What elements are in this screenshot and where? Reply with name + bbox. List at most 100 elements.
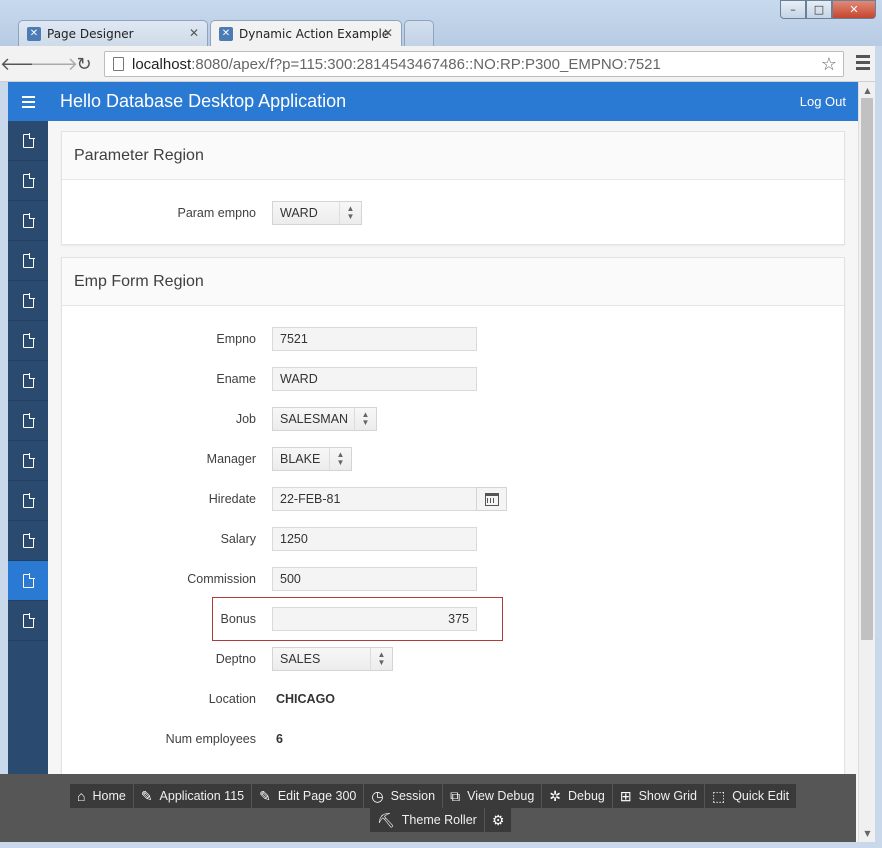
param-empno-row: Param empno WARD ▲ ▼ xyxy=(62,201,846,225)
dev-quick-edit-button[interactable]: ⬚ Quick Edit xyxy=(704,784,798,808)
select-value: BLAKE xyxy=(280,452,321,466)
dev-view-debug-button[interactable]: ⧉ View Debug xyxy=(443,784,543,808)
page-icon xyxy=(22,332,35,348)
dev-debug-button[interactable]: ✲ Debug xyxy=(542,784,613,808)
dev-button-label: Edit Page 300 xyxy=(277,789,357,803)
nav-item[interactable] xyxy=(8,321,48,361)
tab-page-designer[interactable]: ✕ Page Designer ✕ xyxy=(18,20,208,46)
page-icon xyxy=(22,172,35,188)
grid-icon: ⊞ xyxy=(619,787,632,804)
window-controls: – □ ✕ xyxy=(780,0,876,19)
forward-arrow-icon[interactable]: 🡒 xyxy=(30,52,78,76)
ename-field[interactable]: WARD xyxy=(272,367,477,391)
nav-item[interactable] xyxy=(8,521,48,561)
scroll-down-arrow-icon[interactable]: ▼ xyxy=(859,825,876,842)
gear-icon: ⚙ xyxy=(491,811,505,828)
commission-field[interactable]: 500 xyxy=(272,567,477,591)
dev-home-button[interactable]: ⌂ Home xyxy=(70,784,134,808)
dev-settings-button[interactable]: ⚙ xyxy=(484,808,513,832)
menu-icon[interactable] xyxy=(856,55,870,73)
region-title: Parameter Region xyxy=(62,132,844,180)
region-title: Emp Form Region xyxy=(62,258,844,306)
dev-button-label: Debug xyxy=(568,789,605,803)
bonus-field[interactable]: 375 xyxy=(272,607,477,631)
logout-link[interactable]: Log Out xyxy=(800,94,846,109)
bug-icon: ✲ xyxy=(549,787,562,804)
nav-item[interactable] xyxy=(8,121,48,161)
address-bar[interactable]: localhost:8080/apex/f?p=115:300:28145434… xyxy=(104,51,844,77)
hiredate-row: Hiredate 22-FEB-81 xyxy=(62,487,846,511)
field-label: Ename xyxy=(216,372,256,386)
page-icon xyxy=(22,252,35,268)
tab-close-icon[interactable]: ✕ xyxy=(383,26,393,40)
nav-item[interactable] xyxy=(8,161,48,201)
salary-field[interactable]: 1250 xyxy=(272,527,477,551)
dev-button-label: View Debug xyxy=(467,789,535,803)
hamburger-menu-icon[interactable] xyxy=(8,82,48,121)
new-tab-button[interactable] xyxy=(404,20,434,46)
nav-item[interactable] xyxy=(8,441,48,481)
close-window-button[interactable]: ✕ xyxy=(832,0,876,19)
nav-item[interactable] xyxy=(8,281,48,321)
page-icon xyxy=(22,372,35,388)
field-label: Hiredate xyxy=(208,492,256,506)
job-select[interactable]: SALESMAN ▲ ▼ xyxy=(272,407,377,431)
scroll-up-arrow-icon[interactable]: ▲ xyxy=(859,82,876,99)
paint-roller-icon: ⛏ xyxy=(377,811,395,828)
field-label: Commission xyxy=(187,572,256,586)
dev-button-label: Theme Roller xyxy=(401,813,477,827)
scroll-thumb[interactable] xyxy=(861,98,873,640)
side-navigation xyxy=(8,121,48,842)
select-value: WARD xyxy=(280,206,318,220)
tab-close-icon[interactable]: ✕ xyxy=(189,26,199,40)
tab-label: Dynamic Action Example xyxy=(239,26,390,41)
nav-item[interactable] xyxy=(8,401,48,441)
page-icon xyxy=(22,132,35,148)
clock-icon: ◷ xyxy=(371,787,384,804)
nav-item[interactable] xyxy=(8,481,48,521)
field-label: Deptno xyxy=(215,652,256,666)
date-picker-button[interactable] xyxy=(476,487,507,511)
deptno-select[interactable]: SALES ▲ ▼ xyxy=(272,647,393,671)
select-arrows-icon: ▲ ▼ xyxy=(339,202,361,224)
minimize-button[interactable]: – xyxy=(780,0,806,19)
field-label: Salary xyxy=(220,532,256,546)
nav-item[interactable] xyxy=(8,601,48,641)
tab-dynamic-action-example[interactable]: ✕ Dynamic Action Example ✕ xyxy=(210,20,402,46)
field-label: Manager xyxy=(206,452,256,466)
nav-item[interactable] xyxy=(8,201,48,241)
dev-application-button[interactable]: ✎ Application 115 xyxy=(133,784,253,808)
home-icon: ⌂ xyxy=(77,788,86,804)
commission-row: Commission 500 xyxy=(62,567,846,591)
dev-button-label: Application 115 xyxy=(159,789,245,803)
apex-tab-icon: ✕ xyxy=(219,26,233,41)
dev-edit-page-button[interactable]: ✎ Edit Page 300 xyxy=(252,784,365,808)
dev-session-button[interactable]: ◷ Session xyxy=(364,784,444,808)
field-label: Param empno xyxy=(177,206,256,220)
dev-toolbar-row-2: ⛏ Theme Roller ⚙ xyxy=(370,808,513,832)
location-value: CHICAGO xyxy=(276,692,336,706)
star-icon[interactable]: ☆ xyxy=(821,54,837,75)
page-icon xyxy=(22,612,35,628)
dev-show-grid-button[interactable]: ⊞ Show Grid xyxy=(612,784,705,808)
empno-field[interactable]: 7521 xyxy=(272,327,477,351)
hiredate-field[interactable]: 22-FEB-81 xyxy=(272,487,477,511)
nav-item-active[interactable] xyxy=(8,561,48,601)
manager-select[interactable]: BLAKE ▲ ▼ xyxy=(272,447,352,471)
param-empno-select[interactable]: WARD ▲ ▼ xyxy=(272,201,362,225)
num-employees-value: 6 xyxy=(276,732,283,746)
dev-button-label: Show Grid xyxy=(638,789,697,803)
deptno-row: Deptno SALES ▲ ▼ xyxy=(62,647,846,671)
nav-item[interactable] xyxy=(8,241,48,281)
vertical-scrollbar[interactable]: ▲ ▼ xyxy=(858,82,875,842)
app-title: Hello Database Desktop Application xyxy=(60,91,347,111)
maximize-button[interactable]: □ xyxy=(806,0,832,19)
nav-item[interactable] xyxy=(8,361,48,401)
apex-tab-icon: ✕ xyxy=(27,26,41,41)
reload-icon[interactable]: ↻ xyxy=(72,52,96,76)
view-debug-icon: ⧉ xyxy=(450,787,461,804)
page-icon xyxy=(22,292,35,308)
dev-theme-roller-button[interactable]: ⛏ Theme Roller xyxy=(370,808,485,832)
location-row: Location CHICAGO xyxy=(62,687,846,711)
dev-button-label: Session xyxy=(390,789,436,803)
